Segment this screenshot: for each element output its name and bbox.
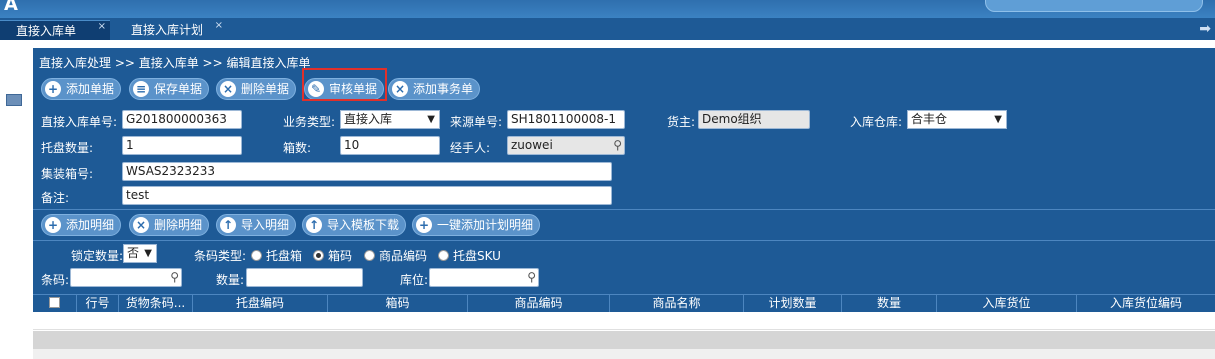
lock-qty-select[interactable]: 否 ▼ xyxy=(123,244,157,263)
tab-label: 直接入库单 xyxy=(16,24,77,38)
pallet-qty-label: 托盘数量: xyxy=(41,141,94,155)
add-order-button[interactable]: + 添加单据 xyxy=(41,78,122,100)
plus-icon: + xyxy=(45,217,61,233)
column-header: 入库货位 xyxy=(937,295,1077,313)
barcode-input[interactable]: ⚲ xyxy=(70,268,182,287)
radio-icon xyxy=(438,250,449,261)
column-header: 数量 xyxy=(842,295,937,313)
container-label: 集装箱号: xyxy=(41,167,94,181)
remark-input[interactable]: test xyxy=(122,186,612,205)
column-select-all[interactable] xyxy=(33,295,77,313)
column-header: 行号 xyxy=(77,295,119,313)
search-icon[interactable]: ⚲ xyxy=(527,269,536,286)
warehouse-label: 入库仓库: xyxy=(850,115,903,129)
upload-icon: ↑ xyxy=(306,217,322,233)
tab-direct-inbound-plan[interactable]: 直接入库计划 × xyxy=(115,20,227,40)
close-circle-icon: × xyxy=(392,81,408,97)
location-label: 库位: xyxy=(400,273,429,287)
left-sidebar xyxy=(0,40,31,359)
delete-icon: × xyxy=(133,217,149,233)
radio-product-code[interactable]: 商品编码 xyxy=(364,247,427,264)
radio-icon xyxy=(251,250,262,261)
radio-selected-icon xyxy=(313,250,324,261)
box-qty-label: 箱数: xyxy=(283,141,312,155)
save-icon: ≡ xyxy=(133,81,149,97)
table-body xyxy=(33,312,1215,359)
handler-label: 经手人: xyxy=(450,141,491,155)
highlight-box xyxy=(302,68,387,101)
radio-pallet-box[interactable]: 托盘箱 xyxy=(251,247,302,264)
table-row xyxy=(33,312,1215,330)
top-header: A xyxy=(0,0,1215,18)
dropdown-arrow-icon: ▼ xyxy=(994,114,1002,125)
order-no-input[interactable]: G201800000363 xyxy=(122,110,242,129)
close-icon[interactable]: × xyxy=(215,16,223,36)
arrow-right-icon[interactable]: ➡ xyxy=(1199,21,1211,37)
lock-qty-label: 锁定数量: xyxy=(71,249,124,263)
column-header: 商品编码 xyxy=(468,295,610,313)
plus-icon: + xyxy=(416,217,432,233)
qty-input[interactable] xyxy=(246,268,363,287)
tab-label: 直接入库计划 xyxy=(131,23,204,37)
column-header: 入库货位编码 xyxy=(1109,296,1182,310)
table-row xyxy=(33,349,1215,359)
plus-icon: + xyxy=(45,81,61,97)
column-header: 箱码 xyxy=(328,295,468,313)
radio-icon xyxy=(364,250,375,261)
add-plan-detail-button[interactable]: + 一键添加计划明细 xyxy=(412,214,541,236)
column-header: 商品名称 xyxy=(610,295,744,313)
sidebar-toggle-icon[interactable] xyxy=(6,94,22,106)
remark-label: 备注: xyxy=(41,191,70,205)
add-detail-button[interactable]: + 添加明细 xyxy=(41,214,122,236)
source-no-input[interactable]: SH1801100008-1 xyxy=(507,110,625,129)
table-header: 行号 货物条码... 托盘编码 箱码 商品编码 商品名称 计划数量 数量 入库货… xyxy=(33,294,1215,313)
owner-input: Demo组织 xyxy=(698,110,810,129)
column-header: 货物条码... xyxy=(119,295,193,313)
biz-type-select[interactable]: 直接入库 ▼ xyxy=(340,110,440,129)
pallet-qty-input[interactable]: 1 xyxy=(122,136,242,155)
qty-label: 数量: xyxy=(216,273,245,287)
user-info-box xyxy=(985,0,1203,12)
warehouse-select[interactable]: 合丰仓 ▼ xyxy=(907,110,1007,129)
checkbox-icon[interactable] xyxy=(49,297,60,308)
box-qty-input[interactable]: 10 xyxy=(340,136,440,155)
radio-pallet-sku[interactable]: 托盘SKU xyxy=(438,247,501,264)
import-detail-button[interactable]: ↑ 导入明细 xyxy=(216,214,297,236)
add-affair-button[interactable]: × 添加事务单 xyxy=(388,78,481,100)
delete-order-button[interactable]: × 删除单据 xyxy=(216,78,297,100)
download-template-button[interactable]: ↑ 导入模板下载 xyxy=(302,214,407,236)
dropdown-arrow-icon: ▼ xyxy=(427,114,435,125)
divider xyxy=(33,209,1215,210)
container-input[interactable]: WSAS2323233 xyxy=(122,162,612,181)
main-panel: 直接入库处理 >> 直接入库单 >> 编辑直接入库单 + 添加单据 ≡ 保存单据 ×… xyxy=(33,48,1215,359)
dropdown-arrow-icon: ▼ xyxy=(144,248,152,259)
delete-detail-button[interactable]: × 删除明细 xyxy=(129,214,210,236)
tab-direct-inbound[interactable]: 直接入库单 × xyxy=(0,20,110,40)
divider xyxy=(33,240,1215,241)
radio-box-code[interactable]: 箱码 xyxy=(313,247,352,264)
biz-type-label: 业务类型: xyxy=(283,115,336,129)
order-no-label: 直接入库单号: xyxy=(41,115,118,129)
tab-bar: 直接入库单 × 直接入库计划 × xyxy=(0,18,1215,40)
column-header: 托盘编码 xyxy=(193,295,328,313)
source-no-label: 来源单号: xyxy=(450,115,503,129)
delete-icon: × xyxy=(220,81,236,97)
save-order-button[interactable]: ≡ 保存单据 xyxy=(129,78,210,100)
owner-label: 货主: xyxy=(667,115,696,129)
column-header: 计划数量 xyxy=(744,295,842,313)
handler-input[interactable]: zuowei ⚲ xyxy=(507,136,625,155)
breadcrumb: 直接入库处理 >> 直接入库单 >> 编辑直接入库单 xyxy=(39,56,311,70)
location-input[interactable]: ⚲ xyxy=(429,268,539,287)
search-icon[interactable]: ⚲ xyxy=(613,137,622,154)
upload-icon: ↑ xyxy=(220,217,236,233)
barcode-type-label: 条码类型: xyxy=(194,249,247,263)
search-icon[interactable]: ⚲ xyxy=(170,269,179,286)
barcode-label: 条码: xyxy=(41,273,70,287)
close-icon[interactable]: × xyxy=(98,17,106,37)
logo: A xyxy=(4,0,18,15)
table-row xyxy=(33,331,1215,349)
